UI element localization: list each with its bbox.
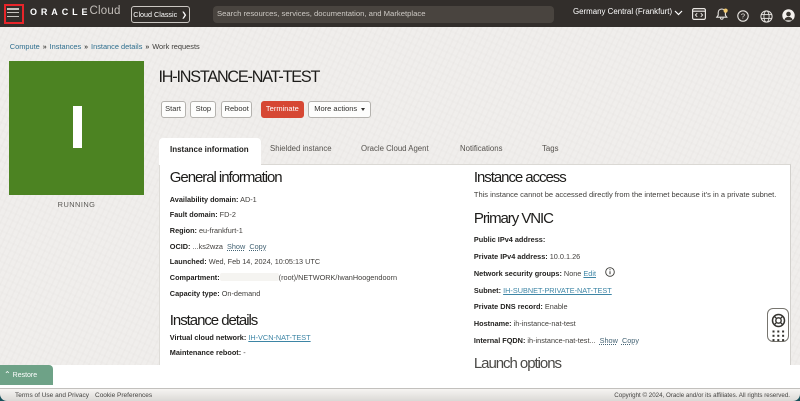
svg-text:?: ? (740, 12, 744, 21)
